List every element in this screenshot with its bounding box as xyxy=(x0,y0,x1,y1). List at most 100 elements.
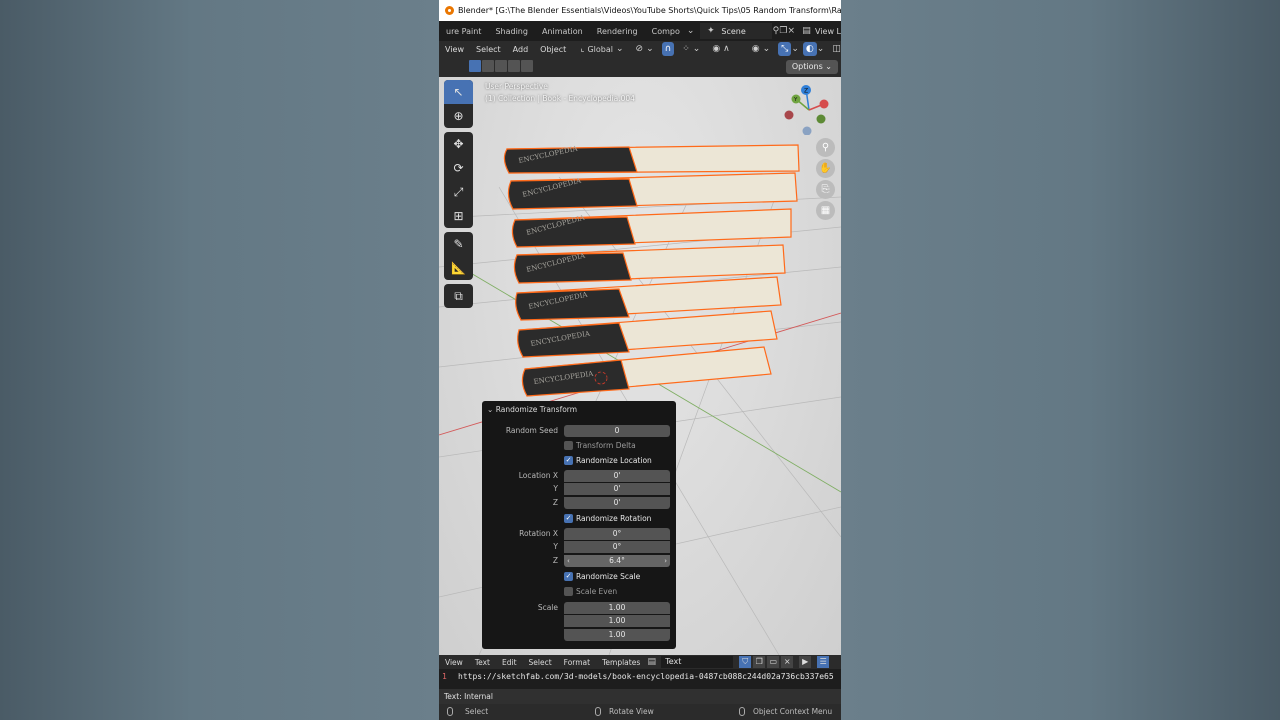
scale-z-field[interactable]: 1.00 xyxy=(564,629,670,641)
snap-target-dropdown[interactable]: ⁘ ⌄ xyxy=(678,42,704,56)
rotate-icon[interactable]: ⟳ xyxy=(444,156,473,180)
x-axis-icon[interactable] xyxy=(819,99,829,109)
neg-x-axis-icon[interactable] xyxy=(784,110,794,120)
random-seed-field[interactable]: 0 xyxy=(564,425,670,437)
text-line[interactable]: https://sketchfab.com/3d-models/book-enc… xyxy=(458,672,834,681)
text-menu-templates[interactable]: Templates xyxy=(596,658,646,667)
rotation-z-field[interactable]: ‹ 6.4° › xyxy=(564,555,670,567)
menu-select[interactable]: Select xyxy=(470,45,507,54)
workspace-tabs: ure Paint Shading Animation Rendering Co… xyxy=(439,21,841,41)
view-layer-icon: ▤ xyxy=(802,25,811,36)
scale-x-field[interactable]: 1.00 xyxy=(564,602,670,614)
location-x-field[interactable]: 0' xyxy=(564,470,670,482)
pivot-point-dropdown[interactable]: ⊘ ⌄ xyxy=(632,42,658,56)
zoom-icon[interactable]: ⚲ xyxy=(816,138,835,157)
transform-icon[interactable]: ⊞ xyxy=(444,204,473,228)
text-menu-view[interactable]: View xyxy=(439,658,469,667)
location-z-field[interactable]: 0' xyxy=(564,497,670,509)
text-datablock-icon[interactable]: ▤ xyxy=(646,657,657,668)
overlays-toggle[interactable]: ◐ xyxy=(802,42,817,56)
copy-icon[interactable]: ❐ xyxy=(779,26,787,37)
randomize-scale-checkbox[interactable]: ✓ Randomize Scale xyxy=(564,572,640,581)
text-menu-format[interactable]: Format xyxy=(558,658,596,667)
location-y-field[interactable]: 0' xyxy=(564,483,670,495)
tab-animation[interactable]: Animation xyxy=(535,21,590,41)
fake-user-shield-icon[interactable]: ⛉ xyxy=(739,656,752,668)
scale-even-checkbox[interactable]: Scale Even xyxy=(564,587,617,596)
neg-y-axis-icon[interactable] xyxy=(816,114,826,124)
chevron-down-icon[interactable]: ⌄ xyxy=(791,44,799,54)
xray-toggle[interactable]: ◫ xyxy=(828,42,841,56)
close-icon[interactable]: × xyxy=(781,656,794,668)
snap-toggle[interactable]: ∩ xyxy=(661,42,675,56)
menu-view[interactable]: View xyxy=(439,45,470,54)
navigation-gizmo[interactable]: Z Y xyxy=(784,85,834,135)
options-button[interactable]: Options ⌄ xyxy=(785,60,838,74)
transform-delta-label: Transform Delta xyxy=(576,441,636,450)
neg-z-axis-icon[interactable] xyxy=(802,126,812,136)
transform-delta-checkbox[interactable]: Transform Delta xyxy=(564,441,636,450)
book-5: ENCYCLOPEDIA xyxy=(511,208,792,248)
chevron-down-icon[interactable]: ⌄ xyxy=(687,26,695,37)
scale-y-field[interactable]: 1.00 xyxy=(564,615,670,627)
scale-label: Scale xyxy=(537,603,558,612)
text-datablock-name[interactable]: Text xyxy=(661,656,734,668)
annotate-icon[interactable]: ✎ xyxy=(444,232,473,256)
select-intersect-icon[interactable] xyxy=(521,60,533,72)
panel-header[interactable]: ⌄ Randomize Transform xyxy=(487,405,577,414)
camera-icon[interactable]: ⎘ xyxy=(816,180,835,199)
randomize-rotation-checkbox[interactable]: ✓ Randomize Rotation xyxy=(564,514,651,523)
window-title: Blender* [G:\The Blender Essentials\Vide… xyxy=(458,6,841,15)
perspective-grid-icon[interactable]: ▦ xyxy=(816,201,835,220)
tab-rendering[interactable]: Rendering xyxy=(590,21,645,41)
text-menu-edit[interactable]: Edit xyxy=(496,658,523,667)
duplicate-icon[interactable]: ❐ xyxy=(753,656,766,668)
scale-icon[interactable]: ⤢ xyxy=(444,180,473,204)
book-stack: ENCYCLOPEDIA ENCYCLOPEDIA ENCYCLOPEDIA E… xyxy=(503,144,800,397)
add-cube-icon[interactable]: ⧉ xyxy=(444,284,473,308)
tab-compositing[interactable]: Compo xyxy=(645,21,687,41)
tab-shading[interactable]: Shading xyxy=(488,21,535,41)
text-editor-icons: ⛉ ❐ ▭ × ▶ ☰ xyxy=(739,656,830,668)
pin-icon[interactable]: ⚲ xyxy=(772,26,780,37)
link-icon: ⊘ xyxy=(635,44,644,54)
select-subtract-icon[interactable] xyxy=(495,60,507,72)
proportional-edit-toggle[interactable]: ◉ ∧ xyxy=(708,42,733,56)
chevron-down-icon[interactable]: ⌄ xyxy=(817,44,825,54)
3d-viewport[interactable]: ENCYCLOPEDIA ENCYCLOPEDIA ENCYCLOPEDIA E… xyxy=(439,77,841,655)
run-script-play-icon[interactable]: ▶ xyxy=(799,656,812,668)
random-seed-label: Random Seed xyxy=(505,426,558,435)
visibility-dropdown[interactable]: ◉ ⌄ xyxy=(748,42,774,56)
text-editor-body[interactable]: 1 https://sketchfab.com/3d-models/book-e… xyxy=(439,669,841,689)
transform-orientation-dropdown[interactable]: ⌞ Global ⌄ xyxy=(576,42,627,56)
measure-icon[interactable]: 📐 xyxy=(444,256,473,280)
rotation-z-row: Z ‹ 6.4° › xyxy=(482,555,676,567)
move-icon[interactable]: ✥ xyxy=(444,132,473,156)
select-invert-icon[interactable] xyxy=(508,60,520,72)
rotation-y-field[interactable]: 0° xyxy=(564,541,670,553)
select-new-icon[interactable] xyxy=(469,60,481,72)
location-x-row: Location X 0' xyxy=(482,470,676,482)
chevron-left-icon[interactable]: ‹ xyxy=(567,555,570,567)
rotation-x-field[interactable]: 0° xyxy=(564,528,670,540)
randomize-location-checkbox[interactable]: ✓ Randomize Location xyxy=(564,456,652,465)
blender-logo-icon xyxy=(445,6,454,15)
tab-texture-paint[interactable]: ure Paint xyxy=(439,21,488,41)
scene-selector[interactable]: ✦ Scene xyxy=(700,23,773,39)
cursor-tool-icon[interactable]: ⊕ xyxy=(444,104,473,128)
rotation-x-row: Rotation X 0° xyxy=(482,528,676,540)
line-numbers-icon[interactable]: ☰ xyxy=(817,656,830,668)
close-icon[interactable]: × xyxy=(787,26,795,37)
view-layer-selector[interactable]: ▤ View L xyxy=(801,26,841,37)
menu-object[interactable]: Object xyxy=(534,45,572,54)
gizmo-toggle[interactable]: ⤡ xyxy=(778,42,792,56)
select-box-icon[interactable]: ↖ xyxy=(444,80,473,104)
select-extend-icon[interactable] xyxy=(482,60,494,72)
text-menu-text[interactable]: Text xyxy=(469,658,496,667)
folder-icon[interactable]: ▭ xyxy=(767,656,780,668)
chevron-right-icon[interactable]: › xyxy=(664,555,667,567)
text-menu-select[interactable]: Select xyxy=(523,658,558,667)
menu-add[interactable]: Add xyxy=(507,45,535,54)
pan-hand-icon[interactable]: ✋ xyxy=(816,159,835,178)
transform-delta-row: Transform Delta xyxy=(482,440,676,452)
